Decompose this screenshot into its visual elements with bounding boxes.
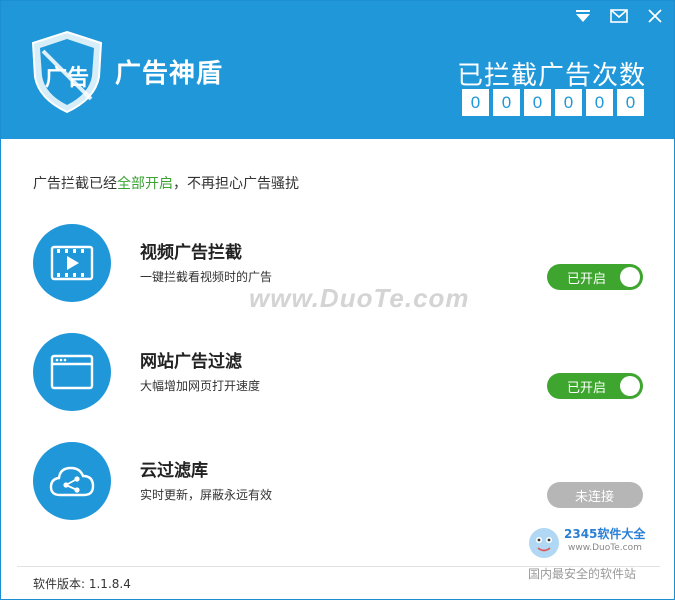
counter-digit: 0 [586,89,613,116]
shield-logo-icon: 广告 [29,29,105,115]
counter-digit: 0 [617,89,644,116]
browser-window-icon [33,333,111,411]
menu-triangle-icon[interactable] [572,7,594,25]
video-ad-block-toggle[interactable]: 已开启 [547,264,643,290]
brand-tagline: 国内最安全的软件站 [528,567,637,581]
counter-digit: 0 [493,89,520,116]
header: 广告 广告神盾 已拦截广告次数 0 0 0 0 0 0 [1,1,674,139]
feature-title: 云过滤库 [140,461,208,481]
video-icon [33,224,111,302]
brand-logo-text: 2345软件大全 [564,527,646,541]
brand-badge: 2345软件大全 www.DuoTe.com 国内最安全的软件站 [524,521,664,585]
counter-digit: 0 [462,89,489,116]
counter-digit: 0 [524,89,551,116]
status-highlight: 全部开启 [117,176,173,192]
software-version: 软件版本: 1.1.8.4 [33,577,131,591]
feature-title: 视频广告拦截 [140,243,242,263]
feature-title: 网站广告过滤 [140,352,242,372]
counter-digit: 0 [555,89,582,116]
toggle-knob [620,267,640,287]
envelope-icon[interactable] [608,7,630,25]
watermark-text: www.DuoTe.com [249,283,470,313]
toggle-label: 未连接 [575,489,615,505]
status-message: 广告拦截已经全部开启，不再担心广告骚扰 [33,173,299,193]
feature-description: 大幅增加网页打开速度 [140,379,261,393]
cloud-share-icon [33,442,111,520]
feature-cloud-filter-library: 云过滤库 实时更新，屏蔽永远有效 未连接 [33,442,643,522]
blocked-count-digits: 0 0 0 0 0 0 [462,89,644,116]
feature-description: 实时更新，屏蔽永远有效 [140,488,273,502]
window-controls [572,7,666,25]
app-title: 广告神盾 [115,59,224,89]
toggle-label: 已开启 [567,271,607,287]
toggle-label: 已开启 [567,380,607,396]
blocked-count-label: 已拦截广告次数 [456,61,646,91]
logo-text: 广告 [45,65,89,91]
website-ad-filter-toggle[interactable]: 已开启 [547,373,643,399]
feature-website-ad-filter: 网站广告过滤 大幅增加网页打开速度 已开启 [33,333,643,413]
status-prefix: 广告拦截已经 [33,176,117,192]
toggle-knob [620,376,640,396]
mascot-icon [529,528,559,558]
app-window: 广告 广告神盾 已拦截广告次数 0 0 0 0 0 0 广告拦截已经全部开启，不… [0,0,675,600]
status-suffix: ，不再担心广告骚扰 [173,176,299,192]
brand-url: www.DuoTe.com [568,543,642,553]
cloud-filter-toggle[interactable]: 未连接 [547,482,643,508]
close-icon[interactable] [644,7,666,25]
